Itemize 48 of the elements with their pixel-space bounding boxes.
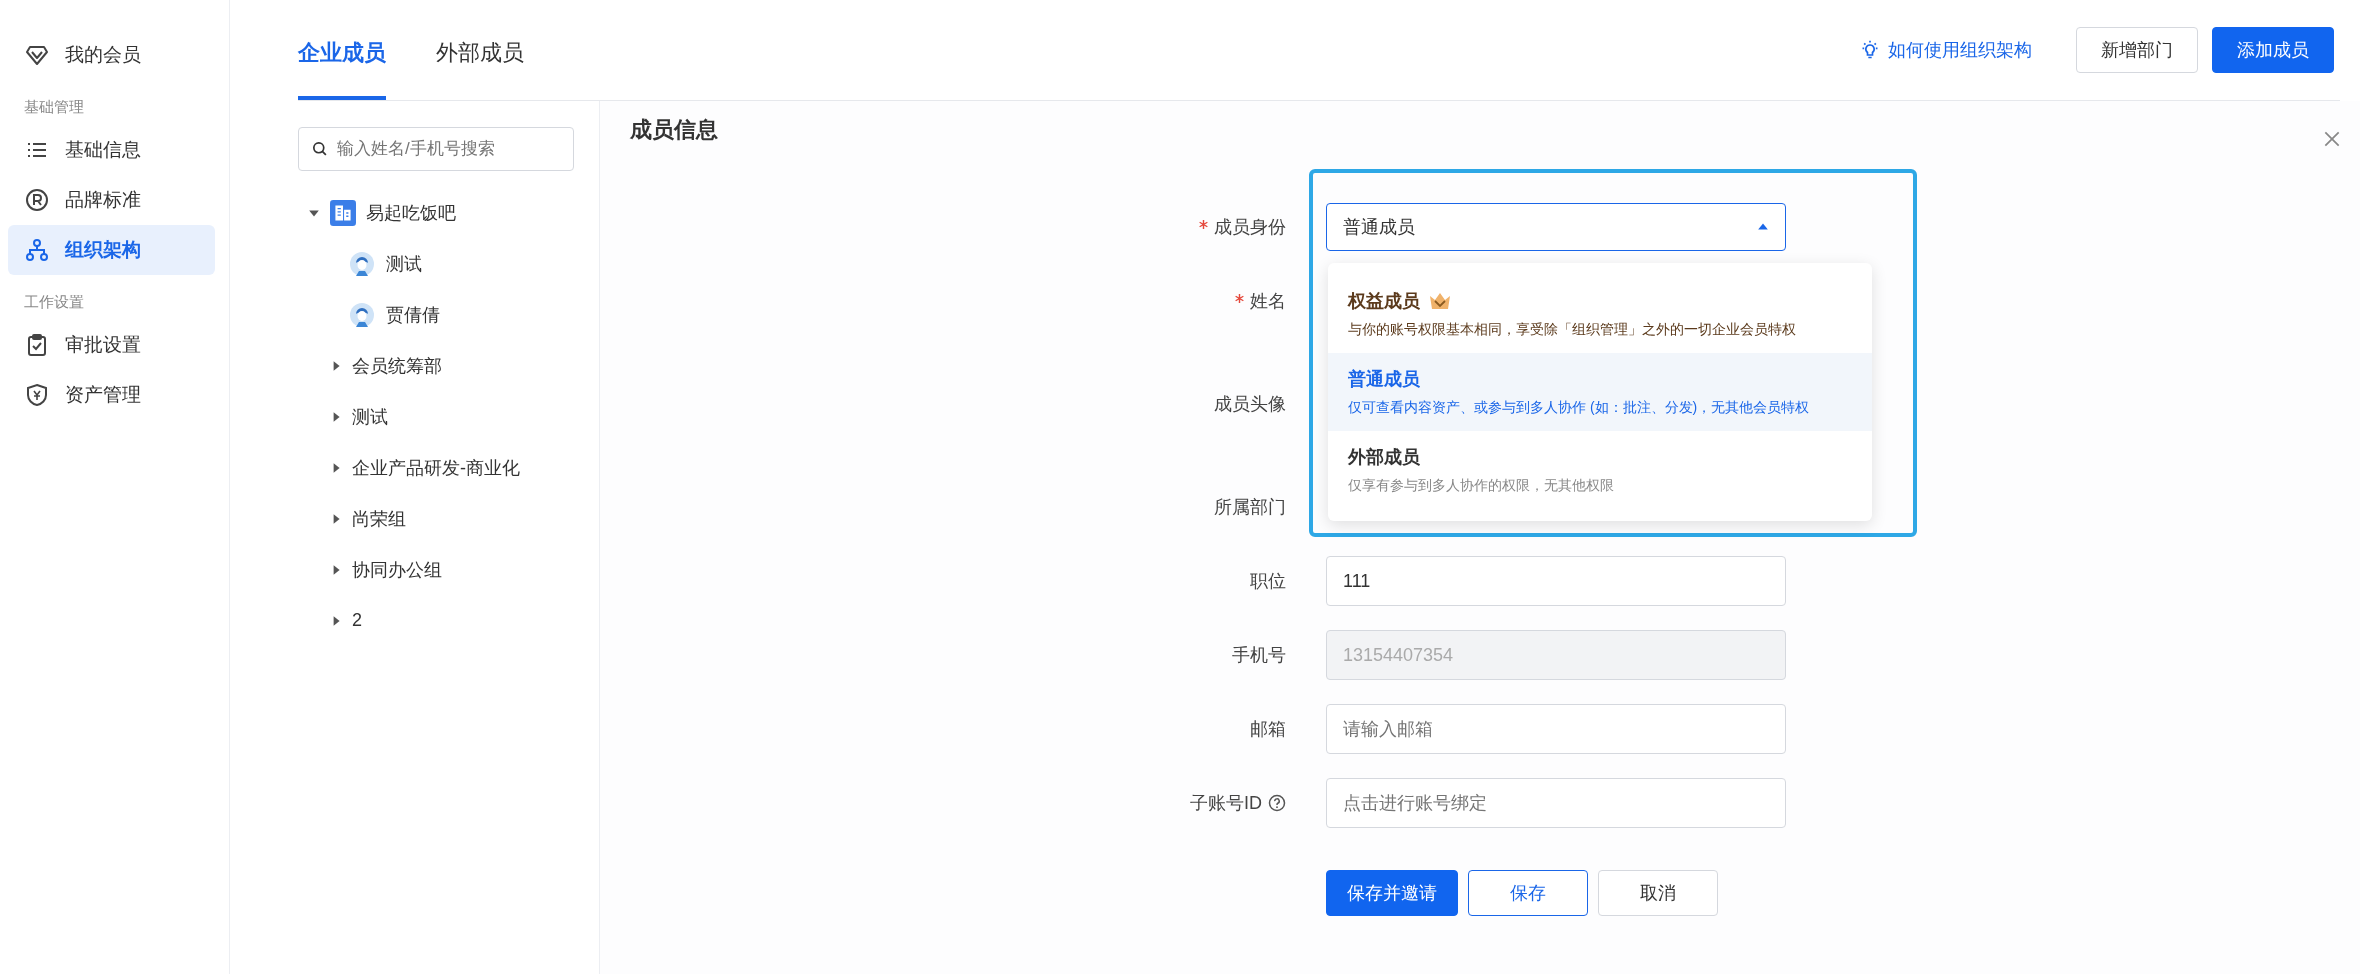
input-field[interactable]: 点击进行账号绑定	[1326, 778, 1786, 828]
sidebar-item[interactable]: 基础信息	[8, 125, 215, 175]
option-description: 仅享有参与到多人协作的权限，无其他权限	[1348, 477, 1614, 495]
tree-item[interactable]: 测试	[298, 238, 599, 289]
role-select[interactable]: 普通成员	[1326, 203, 1786, 251]
field-label: 职位	[1250, 570, 1286, 593]
header-button[interactable]: 添加成员	[2212, 27, 2334, 73]
sidebar-item[interactable]: 组织架构	[8, 225, 215, 275]
tree-item[interactable]: 贾倩倩	[298, 289, 599, 340]
sidebar-item[interactable]: 审批设置	[8, 320, 215, 370]
dropdown-option[interactable]: 外部成员 仅享有参与到多人协作的权限，无其他权限	[1328, 431, 1872, 509]
form-button[interactable]: 保存并邀请	[1326, 870, 1458, 916]
tree-item[interactable]: 易起吃饭吧	[298, 187, 599, 238]
field-label: 手机号	[1232, 644, 1286, 667]
tree-item[interactable]: 测试	[298, 391, 599, 442]
search-field[interactable]: 输入姓名/手机号搜索	[298, 127, 574, 171]
section-title: 工作设置	[23, 292, 85, 312]
form-title: 成员信息	[630, 116, 718, 144]
form-button[interactable]: 取消	[1598, 870, 1718, 916]
tab[interactable]: 外部成员	[436, 38, 524, 100]
tree-item[interactable]: 尚荣组	[298, 493, 599, 544]
sidebar-item[interactable]: 品牌标准	[8, 175, 215, 225]
sidebar-item[interactable]: 我的会员	[8, 30, 215, 80]
option-description: 仅可查看内容资产、或参与到多人协作 (如：批注、分发)，无其他会员特权	[1348, 399, 1810, 417]
input-field[interactable]: 111	[1326, 556, 1786, 606]
option-description: 与你的账号权限基本相同，享受除「组织管理」之外的一切企业会员特权	[1348, 321, 1796, 339]
form-button[interactable]: 保存	[1468, 870, 1588, 916]
field-label: 成员头像	[1214, 393, 1286, 416]
option-title: 普通成员	[1348, 368, 1420, 391]
tree-item[interactable]: 协同办公组	[298, 544, 599, 595]
help-link[interactable]: 如何使用组织架构	[1888, 38, 2032, 62]
option-title: 外部成员	[1348, 446, 1420, 469]
field-label: 成员身份	[1214, 216, 1286, 239]
tree-item[interactable]: 企业产品研发-商业化	[298, 442, 599, 493]
tree-item[interactable]: 会员统筹部	[298, 340, 599, 391]
header-button[interactable]: 新增部门	[2076, 27, 2198, 73]
tree-item[interactable]: 2	[298, 595, 599, 646]
input-field[interactable]: 请输入邮箱	[1326, 704, 1786, 754]
tab[interactable]: 企业成员	[298, 38, 386, 100]
field-label: 所属部门	[1214, 496, 1286, 519]
dropdown-option[interactable]: 普通成员 仅可查看内容资产、或参与到多人协作 (如：批注、分发)，无其他会员特权	[1328, 353, 1872, 431]
section-title: 基础管理	[23, 97, 85, 117]
option-title: 权益成员	[1348, 290, 1420, 313]
field-label: 姓名	[1250, 290, 1286, 313]
sidebar-item[interactable]: 资产管理	[8, 370, 215, 420]
dropdown-option[interactable]: 权益成员 与你的账号权限基本相同，享受除「组织管理」之外的一切企业会员特权	[1328, 275, 1872, 353]
field-label: 子账号ID	[1190, 792, 1262, 815]
field-label: 邮箱	[1250, 718, 1286, 741]
